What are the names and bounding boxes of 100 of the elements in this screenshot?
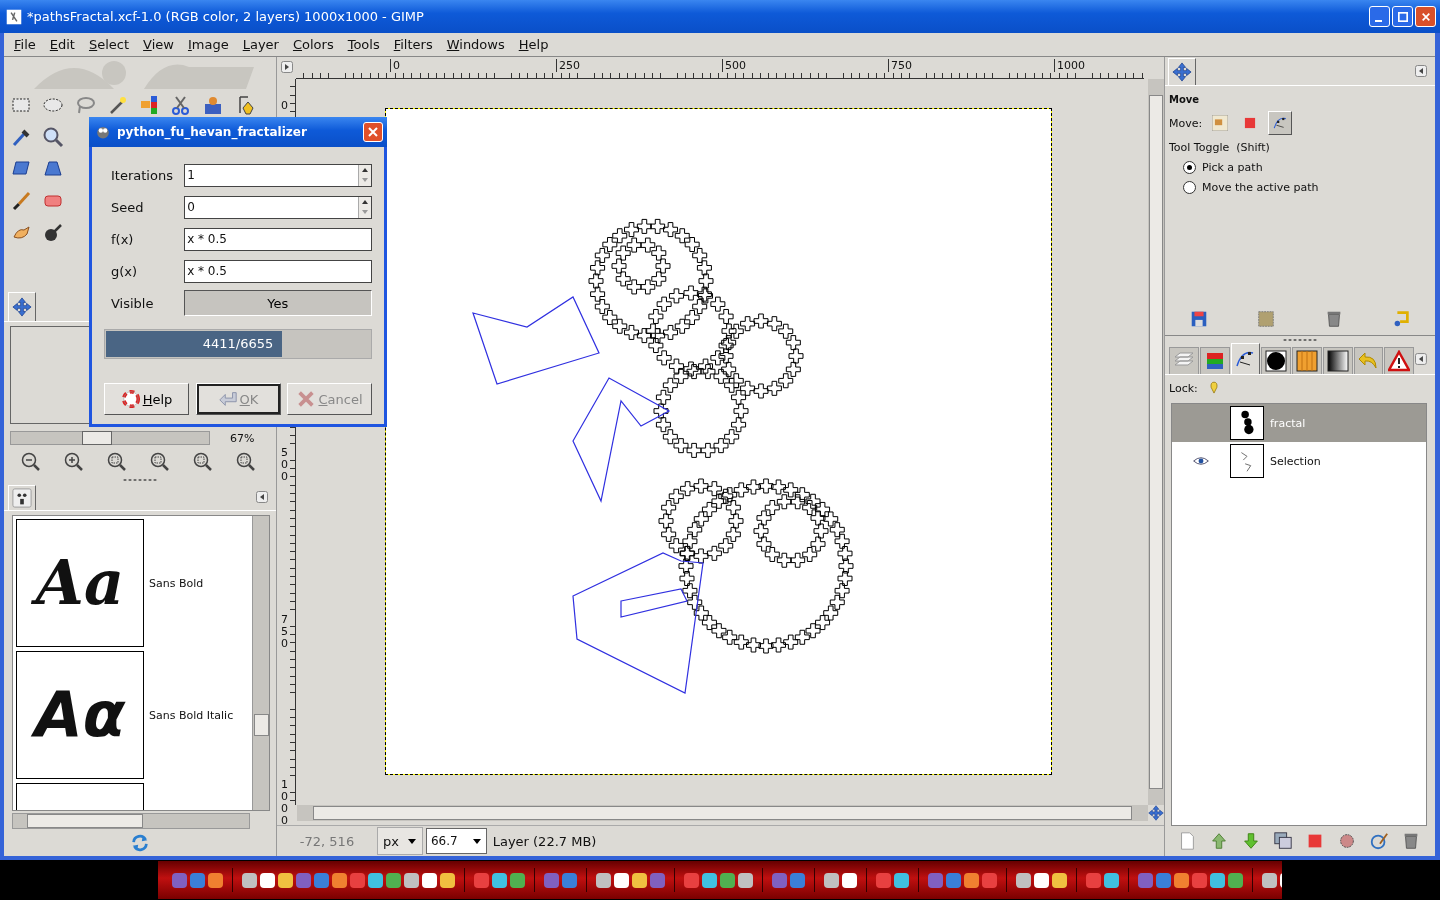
image-canvas[interactable] xyxy=(386,108,1051,774)
menu-item[interactable]: Filters xyxy=(393,37,433,52)
magnifier-icon[interactable] xyxy=(192,451,214,473)
zoom-out-icon[interactable] xyxy=(20,451,42,473)
unit-dropdown[interactable]: px xyxy=(377,827,423,856)
selection-icon[interactable] xyxy=(1337,831,1357,851)
text-field[interactable]: x * 0.5 xyxy=(184,227,372,251)
app-icon[interactable] xyxy=(278,872,293,888)
color-blocks-icon[interactable] xyxy=(138,94,160,116)
zoom-field[interactable]: 66.7 xyxy=(425,828,487,855)
up-arrow-icon[interactable] xyxy=(1209,831,1229,851)
panel-menu-icon[interactable] xyxy=(1415,353,1427,365)
fonts-tab[interactable] xyxy=(8,485,36,510)
app-icon[interactable] xyxy=(1034,872,1049,888)
close-icon xyxy=(367,126,379,138)
menu-item[interactable]: Edit xyxy=(49,37,75,52)
minimize-button[interactable] xyxy=(1369,6,1390,27)
ruler-label: 1000 xyxy=(281,778,289,828)
scissors-icon[interactable] xyxy=(170,94,192,116)
path-outline[interactable] xyxy=(572,552,704,694)
app-icon[interactable] xyxy=(824,872,839,888)
magnifier-icon[interactable] xyxy=(42,126,64,148)
menu-item[interactable]: Image xyxy=(187,37,229,52)
app-icon[interactable] xyxy=(440,872,455,888)
app-icon[interactable] xyxy=(1210,872,1225,888)
panel-menu-icon[interactable] xyxy=(256,491,268,503)
close-button[interactable] xyxy=(1415,6,1436,27)
scrollbar[interactable] xyxy=(1148,78,1164,806)
spin-field[interactable]: 1 xyxy=(184,163,372,187)
path-thumbnail xyxy=(1230,406,1264,440)
path-outline[interactable] xyxy=(572,377,671,503)
field-label: g(x) xyxy=(110,263,139,279)
menu-item[interactable]: Colors xyxy=(292,37,334,52)
scrollbar[interactable] xyxy=(252,516,269,810)
text-field[interactable]: x * 0.5 xyxy=(184,259,372,283)
zoom-slider[interactable] xyxy=(10,431,210,445)
slider-thumb[interactable] xyxy=(82,431,113,445)
app-icon[interactable] xyxy=(404,872,419,888)
paint-icon[interactable] xyxy=(1369,831,1389,851)
app-icon[interactable] xyxy=(1262,872,1277,888)
dialog-button[interactable]: Help xyxy=(104,383,189,415)
scrollbar[interactable] xyxy=(12,813,250,829)
round-brush-icon[interactable] xyxy=(42,222,64,244)
app-icon[interactable] xyxy=(260,872,275,888)
app-icon[interactable] xyxy=(596,872,611,888)
menu-item[interactable]: File xyxy=(14,37,36,52)
dialog-title: python_fu_hevan_fractalizer xyxy=(117,125,308,139)
path-outline[interactable] xyxy=(472,296,600,385)
app-icon[interactable] xyxy=(368,872,383,888)
radio-button[interactable] xyxy=(1183,161,1196,174)
menu-item[interactable]: Windows xyxy=(446,37,505,52)
magnifier-icon[interactable] xyxy=(106,451,128,473)
radio-option[interactable]: Pick a path xyxy=(1183,161,1431,174)
refresh-icon[interactable] xyxy=(130,832,150,853)
font-name[interactable]: Sans Bold Italic xyxy=(149,708,234,722)
app-icon[interactable] xyxy=(894,872,909,888)
zoom-in-icon[interactable] xyxy=(63,451,85,473)
menu-item[interactable]: Tools xyxy=(347,37,380,52)
down-arrow-icon[interactable] xyxy=(1241,831,1261,851)
app-icon[interactable] xyxy=(738,872,753,888)
mode-button[interactable] xyxy=(1268,111,1293,135)
tool-options-tab[interactable] xyxy=(1168,58,1196,85)
spin-field[interactable]: 0 xyxy=(184,195,372,219)
magnifier-icon[interactable] xyxy=(149,451,171,473)
save-icon[interactable] xyxy=(1189,309,1209,329)
menu-item[interactable]: Layer xyxy=(242,37,279,52)
app-icon[interactable] xyxy=(632,872,647,888)
dock-tab[interactable] xyxy=(1322,347,1353,374)
app-icon[interactable] xyxy=(614,872,629,888)
app-icon[interactable] xyxy=(842,872,857,888)
app-icon[interactable] xyxy=(492,872,507,888)
radio-option[interactable]: Move the active path xyxy=(1183,181,1431,194)
app-icon[interactable] xyxy=(242,872,257,888)
maximize-button[interactable] xyxy=(1392,6,1413,27)
app-icon[interactable] xyxy=(1016,872,1031,888)
paintbrush-icon[interactable] xyxy=(10,190,32,212)
dock-tab[interactable] xyxy=(1261,347,1292,374)
magnifier-icon[interactable] xyxy=(235,451,257,473)
lasso-icon[interactable] xyxy=(74,94,96,116)
menu-item[interactable]: View xyxy=(143,37,174,52)
app-icon[interactable] xyxy=(1052,872,1067,888)
app-icon[interactable] xyxy=(1104,872,1119,888)
menu-item[interactable]: Help xyxy=(518,37,549,52)
toggle-button[interactable]: Yes xyxy=(183,290,372,316)
scrollbar[interactable] xyxy=(297,805,1148,822)
image-menu-icon[interactable] xyxy=(281,61,293,73)
panel-menu-icon[interactable] xyxy=(1415,65,1427,77)
font-name[interactable]: Sans Bold xyxy=(149,576,204,590)
app-icon[interactable] xyxy=(422,872,437,888)
person-icon[interactable] xyxy=(202,94,224,116)
close-button[interactable] xyxy=(363,122,383,142)
app-icon[interactable] xyxy=(702,872,717,888)
image-icon xyxy=(1212,115,1229,131)
tool-tab[interactable] xyxy=(8,292,36,321)
duplicate-icon[interactable] xyxy=(1273,831,1293,851)
pattern-icon[interactable] xyxy=(1256,309,1277,329)
radio-button[interactable] xyxy=(1183,181,1196,194)
navigate-icon[interactable] xyxy=(1148,805,1164,822)
path-row[interactable]: Selection xyxy=(1172,442,1426,480)
menu-item[interactable]: Select xyxy=(88,37,130,52)
